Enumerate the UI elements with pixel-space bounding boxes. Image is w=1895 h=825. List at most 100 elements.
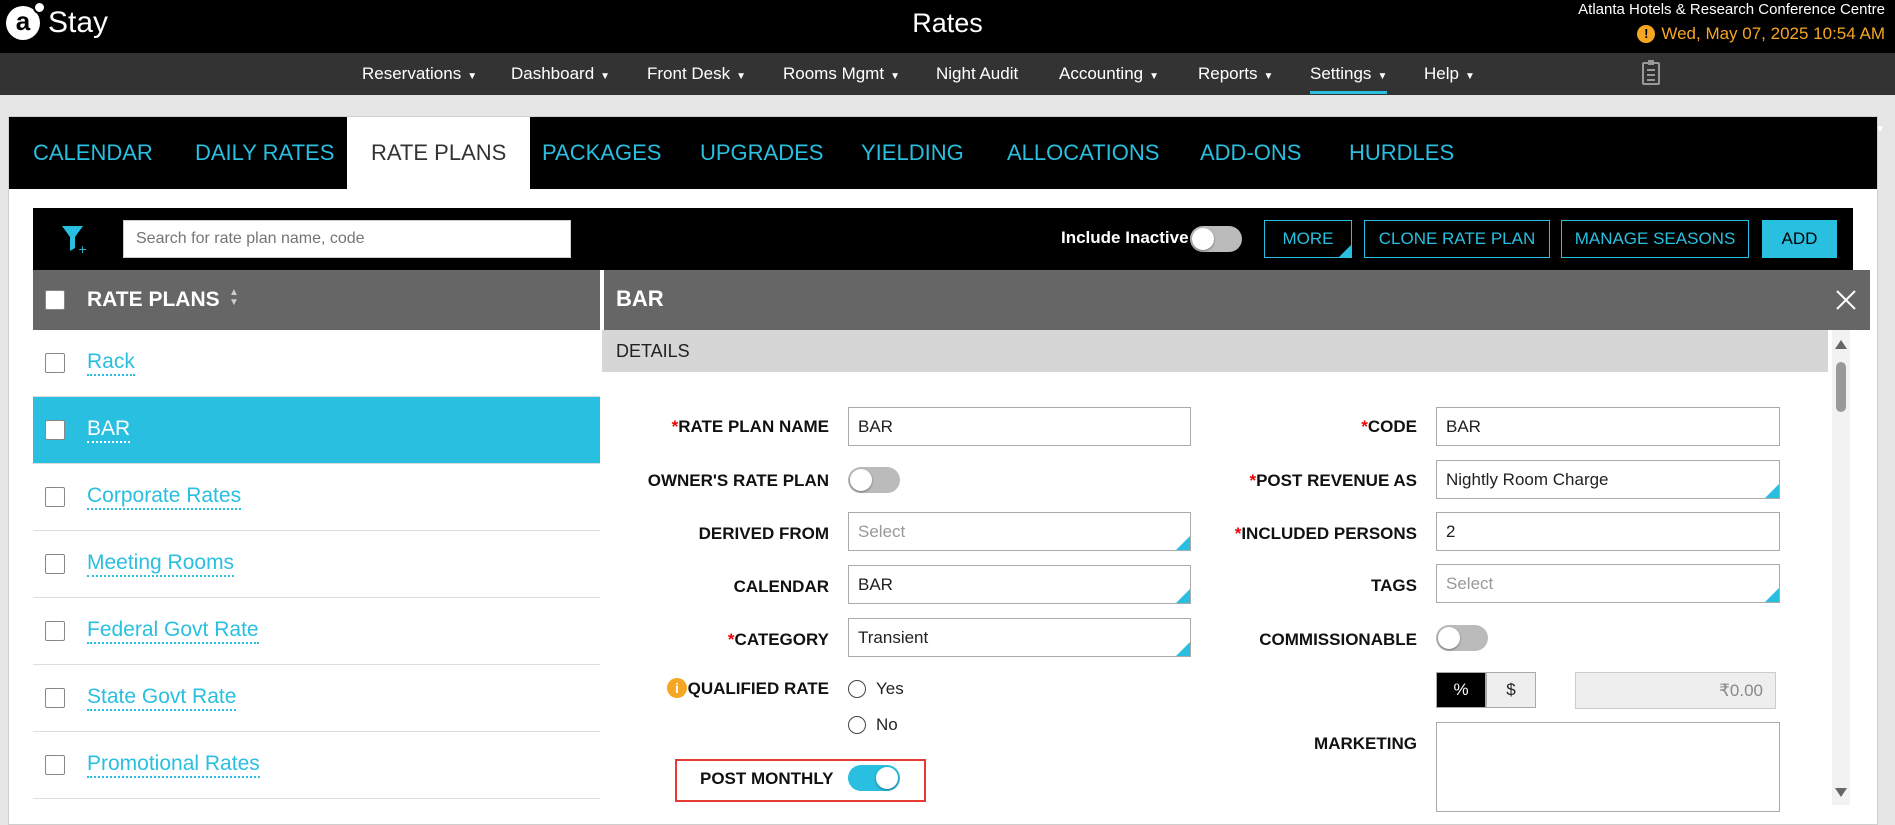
rate-plan-toolbar: + Include Inactive MORE CLONE RATE PLAN … <box>33 208 1853 270</box>
percent-toggle[interactable]: % <box>1436 672 1486 708</box>
included-persons-field[interactable]: 2 <box>1436 512 1780 551</box>
datetime-text: Wed, May 07, 2025 10:54 AM <box>1661 24 1885 43</box>
list-item[interactable]: BAR <box>33 397 600 464</box>
nav-rooms-mgmt[interactable]: Rooms Mgmt ▼ <box>783 53 900 95</box>
tab-upgrades[interactable]: UPGRADES <box>700 117 823 189</box>
rate-plan-link[interactable]: Meeting Rooms <box>87 551 235 577</box>
list-item[interactable]: Meeting Rooms <box>33 531 600 598</box>
more-button[interactable]: MORE <box>1264 220 1352 258</box>
calendar-select[interactable]: BAR <box>848 565 1191 604</box>
business-date: ! Wed, May 07, 2025 10:54 AM <box>1637 24 1885 44</box>
clone-rate-plan-button[interactable]: CLONE RATE PLAN <box>1364 220 1550 258</box>
post-revenue-label: *POST REVENUE AS <box>1249 471 1417 491</box>
detail-scrollbar[interactable] <box>1832 330 1850 805</box>
qualified-no-radio[interactable] <box>848 716 866 734</box>
required-mark: * <box>1361 417 1368 436</box>
row-checkbox[interactable] <box>45 755 65 775</box>
chevron-down-icon: ▼ <box>890 71 900 82</box>
chevron-down-icon: ▼ <box>736 71 747 82</box>
qualified-rate-label: QUALIFIED RATE <box>687 679 829 698</box>
rate-plan-name-label: *RATE PLAN NAME <box>672 417 829 437</box>
logo-dot <box>33 1 46 14</box>
rate-plan-link[interactable]: Rack <box>87 350 135 376</box>
row-checkbox[interactable] <box>45 420 65 440</box>
clipboard-icon[interactable] <box>1642 60 1660 85</box>
logo-text: Stay <box>48 6 109 39</box>
nav-label: Rooms Mgmt <box>783 64 885 83</box>
list-item[interactable]: Promotional Rates <box>33 732 600 799</box>
nav-dashboard[interactable]: Dashboard ▼ <box>511 53 610 95</box>
owners-rate-plan-label: OWNER'S RATE PLAN <box>647 471 829 490</box>
owners-rate-plan-toggle[interactable] <box>848 467 900 493</box>
code-field[interactable]: BAR <box>1436 407 1780 446</box>
list-item[interactable]: Rack <box>33 330 600 397</box>
rate-plan-name-field[interactable]: BAR <box>848 407 1191 446</box>
row-checkbox[interactable] <box>45 353 65 373</box>
dollar-toggle[interactable]: $ <box>1486 672 1536 708</box>
row-checkbox[interactable] <box>45 554 65 574</box>
add-button[interactable]: ADD <box>1762 220 1837 258</box>
sort-icon[interactable]: ▲ ▼ <box>229 288 239 308</box>
qualified-yes-label: Yes <box>876 679 904 698</box>
tab-daily-rates[interactable]: DAILY RATES <box>195 117 334 189</box>
hotel-name[interactable]: Atlanta Hotels & Research Conference Cen… <box>1578 1 1885 18</box>
scroll-thumb[interactable] <box>1836 362 1846 412</box>
rate-plan-link[interactable]: Corporate Rates <box>87 484 242 510</box>
category-select[interactable]: Transient <box>848 618 1191 657</box>
include-inactive-label: Include Inactive <box>1061 228 1189 247</box>
scroll-down-icon[interactable] <box>1835 788 1847 797</box>
marketing-textarea[interactable] <box>1436 722 1780 812</box>
tab-hurdles[interactable]: HURDLES <box>1349 117 1454 189</box>
commission-amount-field[interactable]: ₹0.00 <box>1575 672 1776 709</box>
search-input[interactable] <box>123 220 571 258</box>
chevron-down-icon: ▼ <box>600 71 611 82</box>
chevron-down-icon: ▼ <box>467 71 478 82</box>
list-item[interactable]: State Govt Rate <box>33 665 600 732</box>
rate-plan-link[interactable]: Promotional Rates <box>87 752 260 778</box>
chevron-down-icon: ▼ <box>1263 71 1274 82</box>
commissionable-toggle[interactable] <box>1436 625 1488 651</box>
post-revenue-select[interactable]: Nightly Room Charge <box>1436 460 1780 499</box>
toggle-knob <box>1192 228 1214 250</box>
row-checkbox[interactable] <box>45 487 65 507</box>
row-checkbox[interactable] <box>45 621 65 641</box>
nav-help[interactable]: Help ▼ <box>1424 53 1475 95</box>
list-header-title: RATE PLANS <box>87 288 220 311</box>
nav-label: Night Audit <box>936 64 1019 83</box>
app-logo[interactable]: a Stay <box>6 1 109 40</box>
nav-front-desk[interactable]: Front Desk ▼ <box>647 53 746 95</box>
rate-plan-link[interactable]: State Govt Rate <box>87 685 237 711</box>
post-monthly-toggle[interactable] <box>848 765 900 791</box>
qualified-yes-radio[interactable] <box>848 680 866 698</box>
detail-title: BAR <box>616 286 664 311</box>
row-checkbox[interactable] <box>45 688 65 708</box>
tags-select[interactable]: Select <box>1436 564 1780 603</box>
filter-icon[interactable]: + <box>61 224 87 254</box>
nav-accounting[interactable]: Accounting ▼ <box>1059 53 1159 95</box>
info-icon[interactable]: i <box>667 678 687 698</box>
rate-plan-link[interactable]: BAR <box>87 417 131 443</box>
list-item[interactable]: Corporate Rates <box>33 464 600 531</box>
tab-yielding[interactable]: YIELDING <box>861 117 964 189</box>
derived-from-label: DERIVED FROM <box>698 524 829 543</box>
logo-letter: a <box>15 6 31 36</box>
scroll-up-icon[interactable] <box>1835 340 1847 349</box>
nav-reservations[interactable]: Reservations ▼ <box>362 53 477 95</box>
nav-night-audit[interactable]: Night Audit <box>936 53 1018 95</box>
nav-reports[interactable]: Reports ▼ <box>1198 53 1273 95</box>
tab-add-ons[interactable]: ADD-ONS <box>1200 117 1301 189</box>
rate-plan-link[interactable]: Federal Govt Rate <box>87 618 259 644</box>
derived-from-select[interactable]: Select <box>848 512 1191 551</box>
tab-calendar[interactable]: CALENDAR <box>33 117 153 189</box>
nav-settings[interactable]: Settings ▼ <box>1310 53 1388 95</box>
include-inactive-toggle[interactable] <box>1190 226 1242 252</box>
select-all-checkbox[interactable] <box>45 290 65 310</box>
chevron-down-icon: ▼ <box>1377 71 1388 82</box>
close-icon[interactable] <box>1834 288 1858 312</box>
tab-allocations[interactable]: ALLOCATIONS <box>1007 117 1159 189</box>
tab-packages[interactable]: PACKAGES <box>542 117 661 189</box>
tab-rate-plans[interactable]: RATE PLANS <box>347 117 531 189</box>
calendar-label: CALENDAR <box>733 577 829 596</box>
manage-seasons-button[interactable]: MANAGE SEASONS <box>1561 220 1749 258</box>
list-item[interactable]: Federal Govt Rate <box>33 598 600 665</box>
